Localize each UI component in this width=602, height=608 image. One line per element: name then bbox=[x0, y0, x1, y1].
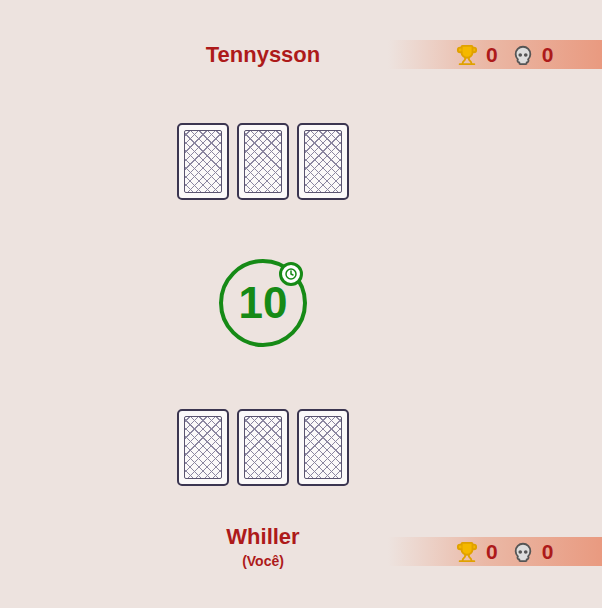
score-pill: 00 bbox=[388, 40, 602, 69]
card-pattern bbox=[244, 416, 282, 479]
card-back[interactable] bbox=[177, 123, 229, 200]
card-pattern bbox=[304, 416, 342, 479]
card-row bbox=[177, 409, 349, 486]
player-name: Tennysson bbox=[206, 40, 321, 69]
card-pattern bbox=[184, 130, 222, 193]
card-back[interactable] bbox=[237, 409, 289, 486]
wins-count: 0 bbox=[486, 43, 498, 67]
timer: 10 bbox=[219, 259, 307, 347]
trophy-icon bbox=[456, 44, 478, 66]
clock-icon bbox=[279, 262, 303, 286]
player: Whiller(Você)00 bbox=[0, 522, 526, 569]
card-row bbox=[177, 123, 349, 200]
card-pattern bbox=[304, 130, 342, 193]
skull-icon bbox=[512, 541, 534, 563]
player-tag: (Você) bbox=[242, 553, 284, 569]
game-screen: Tennysson0010Whiller(Você)00 bbox=[0, 0, 602, 608]
table: Tennysson0010Whiller(Você)00 bbox=[0, 40, 526, 569]
player-name: Whiller bbox=[226, 522, 299, 551]
losses-count: 0 bbox=[542, 540, 554, 564]
opponent: Tennysson00 bbox=[0, 40, 526, 69]
trophy-icon bbox=[456, 541, 478, 563]
card-back[interactable] bbox=[177, 409, 229, 486]
wins-count: 0 bbox=[486, 540, 498, 564]
losses-count: 0 bbox=[542, 43, 554, 67]
card-back[interactable] bbox=[297, 123, 349, 200]
card-pattern bbox=[244, 130, 282, 193]
card-back[interactable] bbox=[297, 409, 349, 486]
score-pill: 00 bbox=[388, 537, 602, 566]
skull-icon bbox=[512, 44, 534, 66]
card-back[interactable] bbox=[237, 123, 289, 200]
card-pattern bbox=[184, 416, 222, 479]
